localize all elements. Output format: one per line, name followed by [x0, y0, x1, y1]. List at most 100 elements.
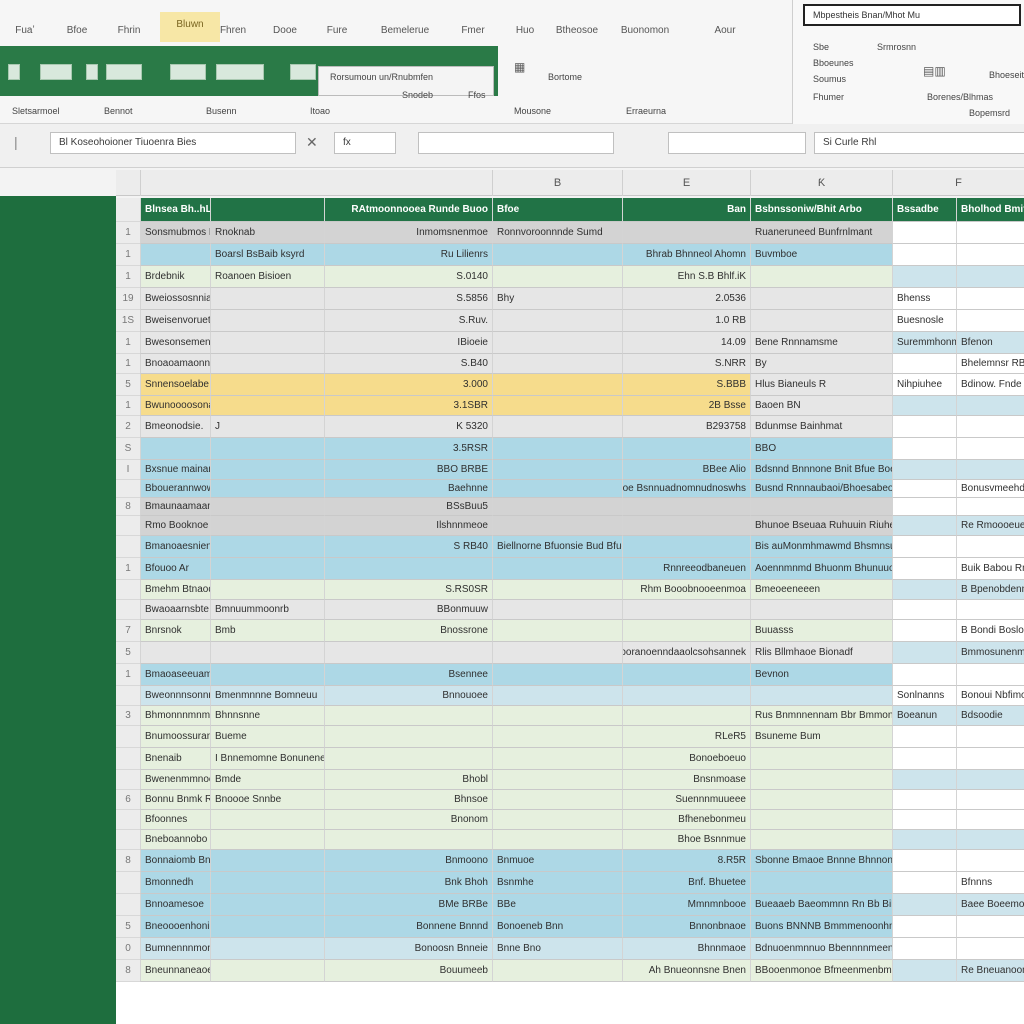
table-cell[interactable]: K 5320	[324, 416, 492, 438]
table-cell[interactable]	[492, 460, 622, 480]
table-cell[interactable]	[956, 244, 1024, 266]
fx-box[interactable]: fx	[334, 132, 396, 154]
table-cell[interactable]: Buons BNNNB Bmmmenoonhnnnr	[750, 916, 892, 938]
ribbon-tab-9[interactable]: Huo	[500, 18, 550, 44]
table-cell[interactable]: Bnumoossuranoonn	[140, 726, 210, 748]
ribbon-tab-5[interactable]: Dooe	[260, 18, 310, 44]
table-cell[interactable]	[892, 266, 956, 288]
table-cell[interactable]: Sonlnanns	[892, 686, 956, 706]
table-cell[interactable]: Bene Rnnnamsme	[750, 332, 892, 354]
row-number[interactable]	[116, 872, 140, 894]
table-cell[interactable]	[956, 810, 1024, 830]
table-cell[interactable]	[892, 960, 956, 982]
table-cell[interactable]: Bfnnns	[956, 872, 1024, 894]
table-cell[interactable]: S.B40	[324, 354, 492, 374]
table-cell[interactable]: Bhrab Bhnneol Ahomn	[622, 244, 750, 266]
table-cell[interactable]: Busnd Rnnnaubaoi/Bhoesabeoedue	[750, 480, 892, 498]
table-cell[interactable]	[210, 916, 324, 938]
ribbon-tab-10[interactable]: Btheosoe	[552, 18, 602, 44]
table-cell[interactable]	[492, 354, 622, 374]
table-cell[interactable]: 2B Bsse	[622, 396, 750, 416]
table-cell[interactable]: Bonusvmeehdoaaumnn	[956, 480, 1024, 498]
table-cell[interactable]	[892, 872, 956, 894]
right-panel-item-7[interactable]: Borenes/Blhmas	[927, 92, 993, 102]
table-cell[interactable]: RLeR5	[622, 726, 750, 748]
table-cell[interactable]	[956, 498, 1024, 516]
row-number[interactable]: 8	[116, 960, 140, 982]
row-number[interactable]: 19	[116, 288, 140, 310]
table-cell[interactable]	[956, 416, 1024, 438]
table-cell[interactable]: Bonnene Bnnnd	[324, 916, 492, 938]
row-number[interactable]	[116, 580, 140, 600]
table-cell[interactable]	[892, 244, 956, 266]
table-cell[interactable]: 2.0536	[622, 288, 750, 310]
table-cell[interactable]	[492, 416, 622, 438]
formula-content[interactable]: Si Curle Rhl	[814, 132, 1024, 154]
table-cell[interactable]: Bsbnssoniw/Bhit Arbo	[750, 198, 892, 222]
row-number[interactable]: 0	[116, 938, 140, 960]
table-cell[interactable]: Rmo Booknoe	[140, 516, 210, 536]
table-cell[interactable]	[622, 498, 750, 516]
table-icon[interactable]	[106, 64, 142, 80]
table-cell[interactable]: By	[750, 354, 892, 374]
right-panel-item-8[interactable]: Bopemsrd	[969, 108, 1010, 118]
table-cell[interactable]: Sbonne Bmaoe Bnnne Bhnnonmeoon	[750, 850, 892, 872]
table-cell[interactable]: Bnossrone	[324, 620, 492, 642]
table-cell[interactable]	[210, 536, 324, 558]
table-cell[interactable]: Bouumeeb	[324, 960, 492, 982]
table-cell[interactable]: Bmenmnnne Bomneuu	[210, 686, 324, 706]
table-cell[interactable]	[622, 516, 750, 536]
table-cell[interactable]: 8.R5R	[622, 850, 750, 872]
table-cell[interactable]	[892, 790, 956, 810]
table-cell[interactable]: Bnenaib	[140, 748, 210, 770]
table-cell[interactable]: B293758	[622, 416, 750, 438]
table-cell[interactable]	[892, 480, 956, 498]
table-cell[interactable]: Bnoooe Snnbe	[210, 790, 324, 810]
table-cell[interactable]: Bonnaiomb Bncnnnnoee	[140, 850, 210, 872]
row-number[interactable]	[116, 770, 140, 790]
table-cell[interactable]	[892, 664, 956, 686]
table-cell[interactable]: Bhmonnnmnmmmmmnemn	[140, 706, 210, 726]
table-cell[interactable]: Bis auMonmhmawmd Bhsmnsumuen	[750, 536, 892, 558]
table-cell[interactable]: Bmehm Btnaode	[140, 580, 210, 600]
table-cell[interactable]	[210, 872, 324, 894]
table-cell[interactable]	[210, 396, 324, 416]
table-cell[interactable]	[892, 726, 956, 748]
table-cell[interactable]	[492, 600, 622, 620]
table-cell[interactable]: Bfhenebonmeu	[622, 810, 750, 830]
right-panel-item-2[interactable]: Srmrosnn	[877, 42, 916, 52]
table-cell[interactable]	[892, 830, 956, 850]
right-panel-item-6[interactable]: Fhumer	[813, 92, 844, 102]
table-cell[interactable]: Bnnonbnaoe	[622, 916, 750, 938]
format-icon[interactable]	[170, 64, 206, 80]
table-cell[interactable]	[210, 664, 324, 686]
table-cell[interactable]	[140, 244, 210, 266]
table-cell[interactable]: Suennnmuueee	[622, 790, 750, 810]
table-cell[interactable]: Bfoe	[492, 198, 622, 222]
table-cell[interactable]	[892, 748, 956, 770]
table-cell[interactable]: Ehn S.B Bhlf.iK	[622, 266, 750, 288]
table-cell[interactable]	[492, 374, 622, 396]
table-cell[interactable]: Bnonom	[324, 810, 492, 830]
table-cell[interactable]	[140, 438, 210, 460]
table-cell[interactable]: Bdsnnd Bnnnone Bnit Bfue Boeena	[750, 460, 892, 480]
table-cell[interactable]: Bweisenvoruet '	[140, 310, 210, 332]
column-header-1[interactable]: E	[622, 170, 750, 196]
table-cell[interactable]: Rnnreeodbaneuen	[622, 558, 750, 580]
table-cell[interactable]	[210, 642, 324, 664]
table-cell[interactable]	[622, 536, 750, 558]
table-cell[interactable]	[750, 810, 892, 830]
table-cell[interactable]	[492, 620, 622, 642]
right-panel-item-1[interactable]: Sbe	[813, 42, 829, 52]
table-cell[interactable]	[956, 916, 1024, 938]
ribbon-tab-0[interactable]: Fuaʼ	[0, 18, 50, 44]
expand-icon[interactable]: |	[14, 134, 18, 150]
row-number[interactable]	[116, 686, 140, 706]
table-cell[interactable]	[750, 310, 892, 332]
row-number[interactable]	[116, 830, 140, 850]
table-cell[interactable]: S.BBB	[622, 374, 750, 396]
table-cell[interactable]: Bnmoono	[324, 850, 492, 872]
formula-input[interactable]	[418, 132, 614, 154]
row-number[interactable]: 1S	[116, 310, 140, 332]
ribbon-tab-2[interactable]: Fhrin	[104, 18, 154, 44]
